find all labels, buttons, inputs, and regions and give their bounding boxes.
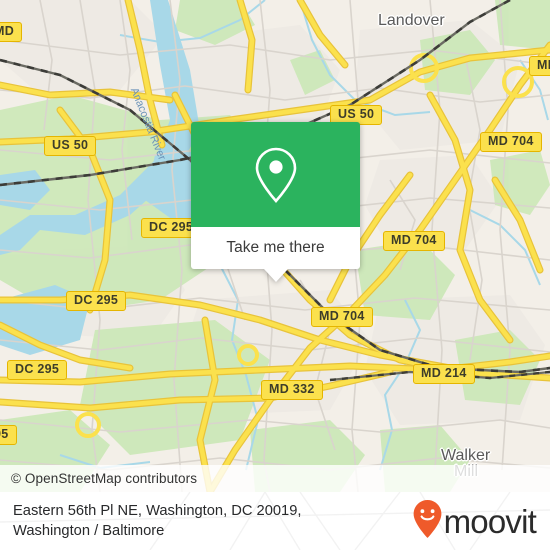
route-shield-md704-mid[interactable]: MD 704 (383, 231, 445, 251)
popup-header (191, 122, 360, 227)
moovit-brand[interactable]: moovit (412, 499, 537, 544)
map-pin-icon (253, 146, 299, 204)
popup-footer[interactable]: Take me there (191, 227, 360, 269)
route-shield-dc295-mid[interactable]: DC 295 (66, 291, 127, 311)
osm-attribution-text[interactable]: © OpenStreetMap contributors (0, 471, 197, 486)
popup-tail (263, 269, 288, 282)
footer-address-line-1: Eastern 56th Pl NE, Washington, DC 20019… (13, 503, 302, 519)
footer-address-line-2: Washington / Baltimore (13, 523, 165, 539)
route-shield-us50-west[interactable]: US 50 (44, 136, 97, 156)
take-me-there-label: Take me there (226, 239, 325, 256)
map-canvas[interactable]: Anacostia River Landover Walker Mill US … (0, 0, 550, 492)
location-popup-card[interactable]: Take me there (191, 122, 360, 282)
moovit-pin-logo-icon (412, 499, 443, 544)
route-shield-md214[interactable]: MD 214 (413, 364, 475, 384)
osm-attribution-bar: © OpenStreetMap contributors (0, 465, 550, 492)
route-shield-dc295-lower[interactable]: DC 295 (7, 360, 68, 380)
route-shield-md-edge-right[interactable]: MD (529, 56, 550, 76)
route-shield-dc295-edge-left[interactable]: 95 (0, 425, 17, 445)
route-shield-md704-north[interactable]: MD 704 (480, 132, 542, 152)
route-shield-md704-south[interactable]: MD 704 (311, 307, 373, 327)
place-label-landover: Landover (378, 12, 445, 29)
moovit-map-screenshot: Anacostia River Landover Walker Mill US … (0, 0, 550, 550)
footer-bar: Eastern 56th Pl NE, Washington, DC 20019… (0, 492, 550, 550)
footer-address: Eastern 56th Pl NE, Washington, DC 20019… (13, 501, 301, 541)
route-shield-md332[interactable]: MD 332 (261, 380, 323, 400)
route-shield-md-edge-topleft[interactable]: MD (0, 22, 23, 42)
moovit-wordmark: moovit (443, 502, 537, 540)
